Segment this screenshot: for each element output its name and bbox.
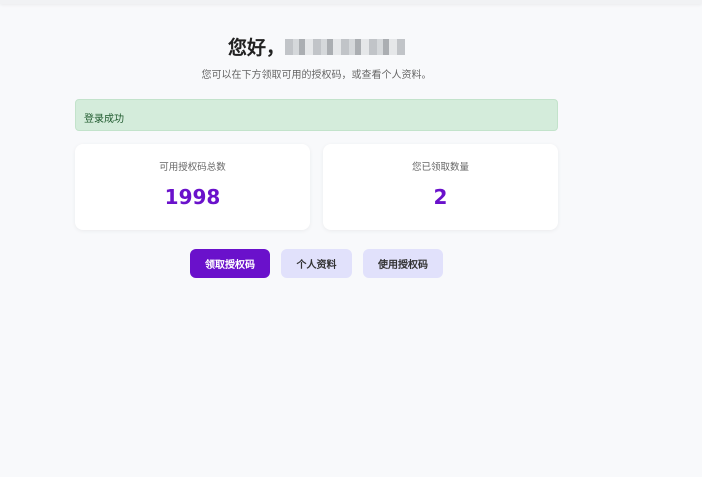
use-code-button[interactable]: 使用授权码: [363, 249, 443, 278]
stat-label: 您已领取数量: [411, 162, 469, 173]
greeting-text: 您好，: [227, 37, 285, 59]
success-alert: 登录成功: [75, 99, 558, 131]
stat-card-claimed: 您已领取数量 2: [323, 144, 558, 230]
stat-value: 1998: [164, 185, 221, 209]
claim-code-button[interactable]: 领取授权码: [190, 249, 270, 278]
profile-button[interactable]: 个人资料: [281, 249, 352, 278]
redacted-username: [285, 39, 405, 55]
stat-value: 2: [433, 185, 448, 209]
page-title: 您好，: [75, 33, 558, 60]
subtitle: 您可以在下方领取可用的授权码，或查看个人资料。: [201, 70, 432, 81]
stat-card-available: 可用授权码总数 1998: [75, 144, 310, 230]
stat-label: 可用授权码总数: [159, 162, 226, 173]
top-bar: [0, 0, 702, 4]
